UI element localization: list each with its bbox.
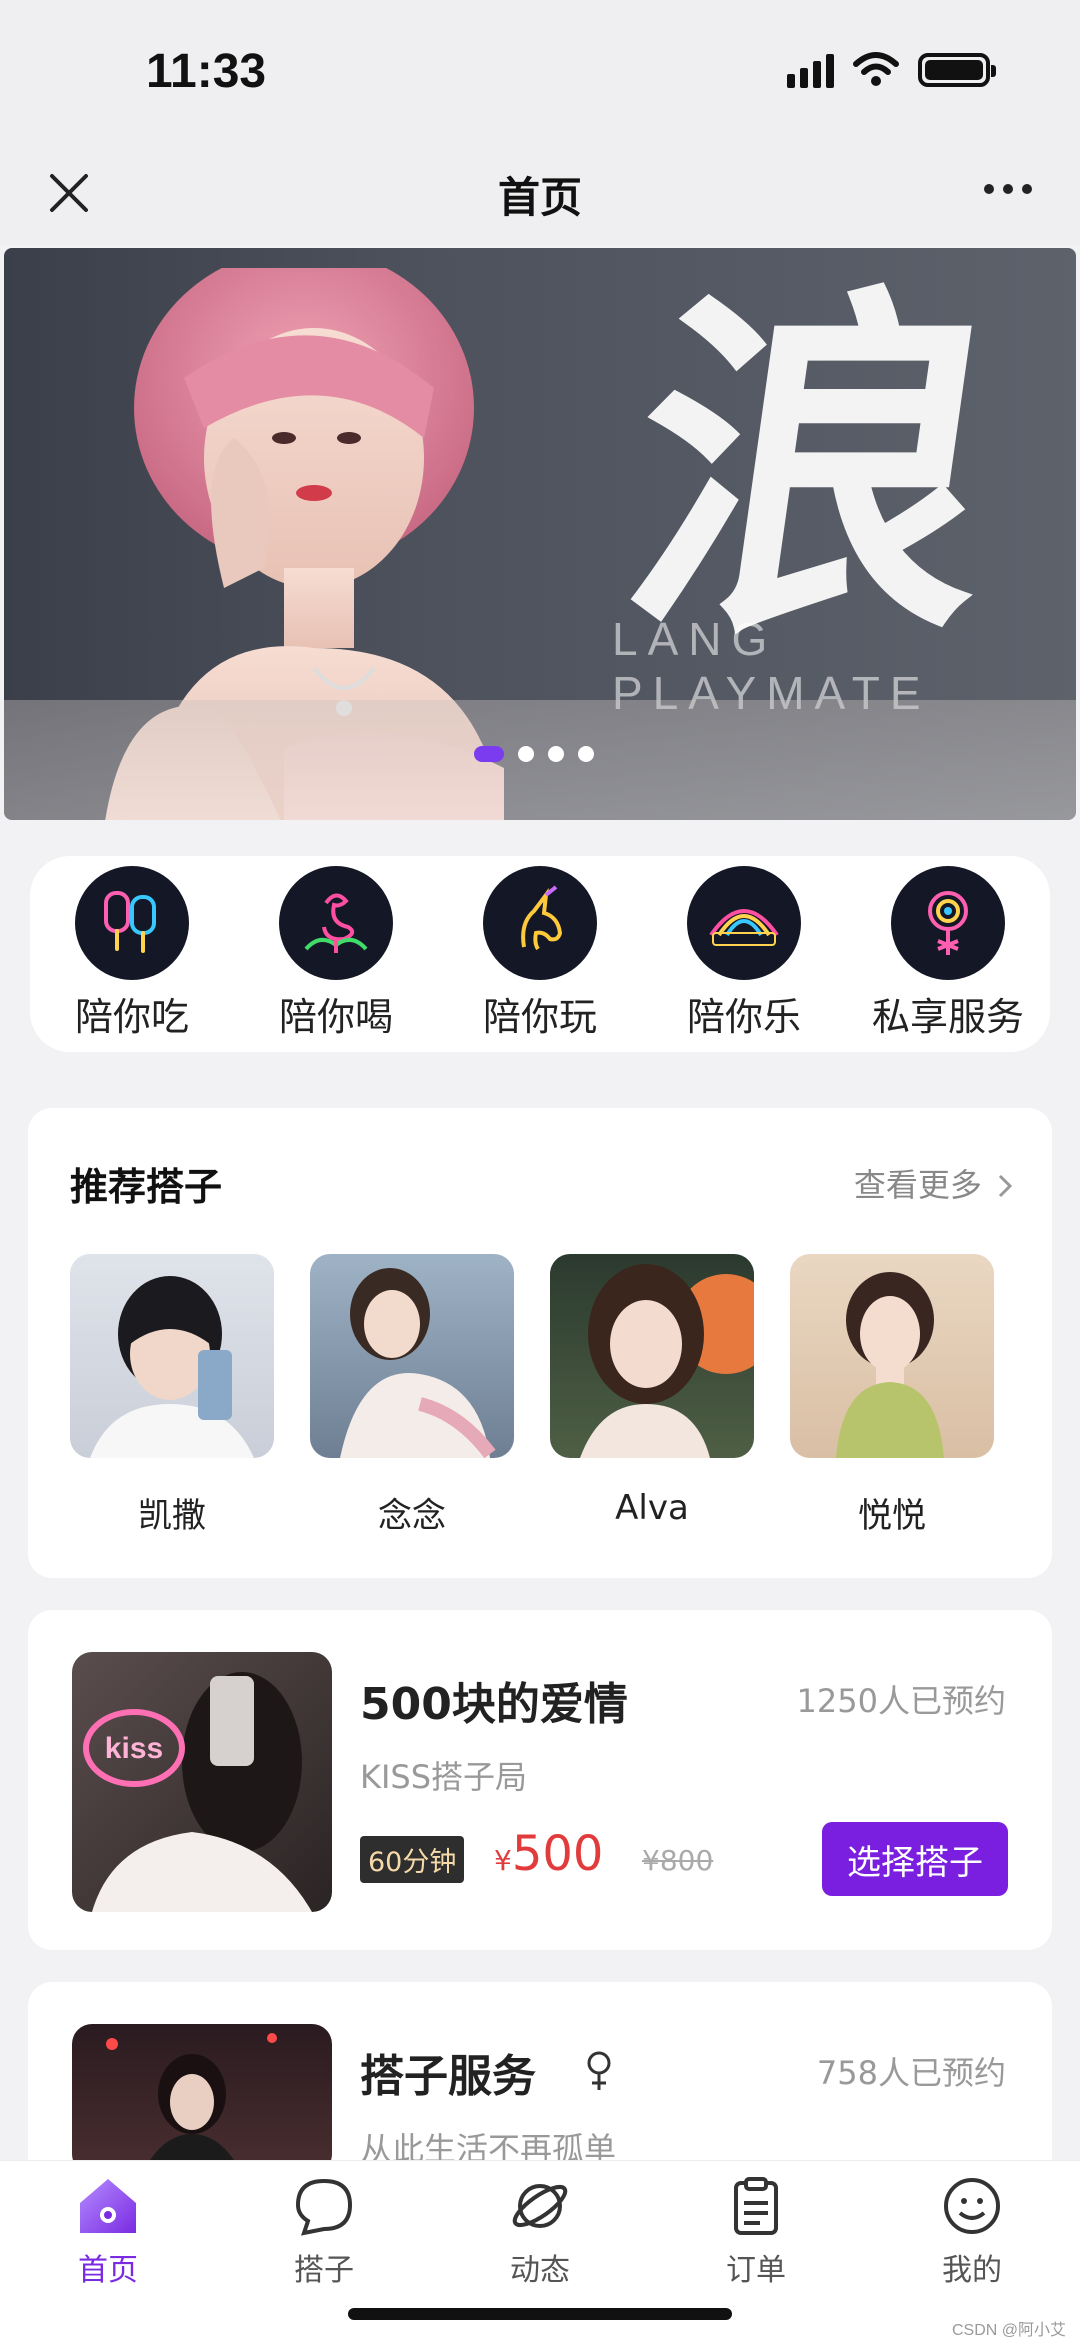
category-label: 陪你吃 [74,995,189,1039]
home-indicator[interactable] [348,2308,732,2320]
signal-icon [787,52,834,88]
package-thumbnail [72,2024,332,2174]
person-name: 悦悦 [858,1496,926,1536]
clipboard-icon [734,2177,778,2235]
avatar [550,1254,754,1458]
tab-label: 动态 [510,2253,570,2288]
recommend-list: 凯撒 念念 Alva 悦悦 [70,1254,994,1537]
view-more-link[interactable]: 查看更多 [854,1160,1014,1206]
home-icon [80,2179,136,2233]
banner-carousel[interactable]: 浪 LANG PLAYMATE [4,248,1076,820]
banner-dot[interactable] [518,746,534,762]
category-drink[interactable]: 陪你喝 [241,866,431,1041]
person-name: Alva [615,1488,689,1528]
recommend-person[interactable]: Alva [550,1254,754,1537]
popsicle-icon [75,866,189,980]
recommend-person[interactable]: 凯撒 [70,1254,274,1537]
tab-moments[interactable]: 动态 [460,2175,620,2289]
status-bar: 11:33 [0,0,1080,140]
tab-orders[interactable]: 订单 [676,2175,836,2289]
recommend-person[interactable]: 念念 [310,1254,514,1537]
battery-icon [918,53,996,87]
rainbow-icon [687,866,801,980]
more-icon[interactable] [984,184,1032,194]
tab-label: 我的 [942,2253,1002,2288]
person-name: 念念 [378,1496,446,1536]
package-thumbnail: kiss [72,1652,332,1912]
female-icon [587,2051,611,2090]
package-title: 500块的爱情 [360,1679,628,1730]
category-fun[interactable]: 陪你乐 [649,866,839,1041]
kiss-logo: kiss [105,1732,163,1765]
package-title: 搭子服务 [360,2051,536,2102]
category-play[interactable]: 陪你玩 [445,866,635,1041]
recommend-person[interactable]: 悦悦 [790,1254,994,1537]
smiley-icon [944,2178,1000,2234]
category-label: 陪你乐 [686,995,801,1039]
tab-home[interactable]: 首页 [28,2175,188,2289]
banner-dot[interactable] [578,746,594,762]
person-name: 凯撒 [138,1496,206,1536]
original-price: ¥800 [642,1844,714,1877]
status-icons [787,52,996,88]
package-card[interactable]: kiss 500块的爱情 1250人已预约 KISS搭子局 60分钟 ¥500 … [28,1610,1052,1950]
category-label: 私享服务 [871,995,1024,1039]
tab-label: 搭子 [294,2253,354,2288]
booked-count: 1250人已预约 [796,1682,1006,1720]
wifi-icon [853,52,899,86]
currency-symbol: ¥ [494,1844,512,1877]
package-subtitle: KISS搭子局 [360,1758,528,1796]
banner-pagination[interactable] [474,746,594,762]
recommend-card: 推荐搭子 查看更多 凯撒 念念 Alva 悦悦 [28,1108,1052,1578]
unicorn-icon [483,866,597,980]
select-partner-button[interactable]: 选择搭子 [822,1822,1008,1896]
watermark: CSDN @阿小艾 [951,2322,1066,2339]
banner-dot[interactable] [474,746,504,762]
category-private[interactable]: 私享服务 [853,866,1043,1041]
tab-mine[interactable]: 我的 [892,2175,1052,2289]
section-title: 推荐搭子 [70,1165,223,1209]
banner-calligraphy: 浪 [604,256,1024,679]
category-eat[interactable]: 陪你吃 [37,866,227,1041]
planet-icon [512,2184,568,2228]
view-more-label: 查看更多 [853,1166,982,1204]
category-card: 陪你吃 陪你喝 陪你玩 陪你乐 私享服务 [30,856,1050,1052]
banner-dot[interactable] [548,746,564,762]
lollipop-icon [891,866,1005,980]
avatar [310,1254,514,1458]
booked-count: 758人已预约 [816,2054,1006,2092]
duration-badge: 60分钟 [360,1836,465,1883]
price-value: 500 [511,1826,604,1882]
tab-partner[interactable]: 搭子 [244,2175,404,2289]
price: ¥500 [494,1826,603,1882]
tab-label: 首页 [78,2253,138,2288]
page-title: 首页 [497,173,582,222]
flamingo-icon [279,866,393,980]
avatar [70,1254,274,1458]
category-label: 陪你玩 [482,995,597,1039]
status-time: 11:33 [146,45,267,98]
package-card[interactable]: 搭子服务 758人已预约 从此生活不再孤单 [28,1982,1052,2182]
tab-label: 订单 [726,2253,786,2288]
category-label: 陪你喝 [278,995,393,1039]
nav-bar: 首页 [0,140,1080,246]
chevron-right-icon [998,1174,1013,1198]
avatar [790,1254,994,1458]
chat-bubble-icon [295,2178,353,2236]
